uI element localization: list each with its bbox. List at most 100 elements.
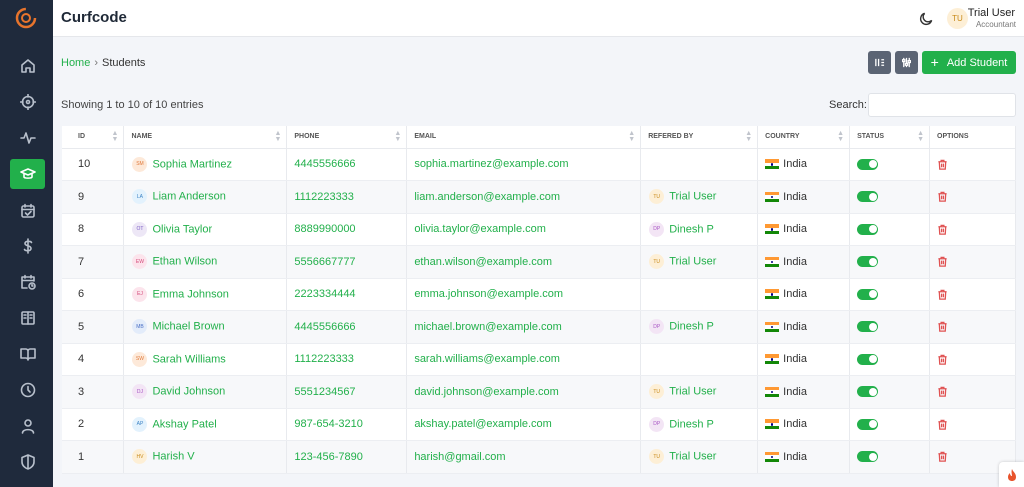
sidebar-item-courses[interactable]	[10, 303, 45, 333]
cell-phone[interactable]: 4445556666	[286, 148, 408, 181]
column-header-id[interactable]: ID ▲ ▼	[62, 126, 125, 149]
referrer-name[interactable]: Dinesh P	[669, 223, 714, 235]
sidebar-item-attendance[interactable]	[10, 196, 45, 226]
status-toggle[interactable]	[857, 321, 879, 333]
status-toggle[interactable]	[857, 158, 879, 170]
cell-email[interactable]: david.johnson@example.com	[406, 375, 642, 409]
sidebar-item-students[interactable]	[10, 159, 45, 189]
column-header-country[interactable]: COUNTRY ▲ ▼	[757, 126, 851, 149]
student-name-link[interactable]: Emma Johnson	[152, 288, 228, 300]
cell-email[interactable]: sarah.williams@example.com	[406, 343, 642, 376]
sidebar-item-library[interactable]	[10, 339, 45, 369]
student-avatar: OT	[132, 221, 148, 237]
cell-referred-by	[640, 278, 759, 311]
student-name-link[interactable]: Olivia Taylor	[152, 223, 212, 235]
cell-email[interactable]: ethan.wilson@example.com	[406, 245, 642, 279]
student-name-link[interactable]: Akshay Patel	[152, 418, 216, 430]
columns-button[interactable]	[868, 51, 891, 74]
status-toggle[interactable]	[857, 256, 879, 268]
delete-button[interactable]	[937, 191, 948, 203]
column-header-email[interactable]: EMAIL ▲ ▼	[406, 126, 642, 149]
delete-button[interactable]	[937, 288, 948, 300]
status-toggle[interactable]	[857, 223, 879, 235]
user-name[interactable]: Trial User	[968, 7, 1015, 19]
sidebar-item-security[interactable]	[10, 447, 45, 477]
column-header-referred-by[interactable]: REFERED BY ▲ ▼	[640, 126, 759, 149]
india-flag-icon	[765, 224, 780, 235]
cell-phone[interactable]: 987-654-3210	[286, 408, 408, 441]
student-name-link[interactable]: Sarah Williams	[152, 353, 225, 365]
flame-icon	[1007, 468, 1016, 481]
referrer-name[interactable]: Trial User	[669, 191, 716, 203]
cell-name: OT Olivia Taylor	[123, 213, 288, 246]
student-name-link[interactable]: Liam Anderson	[152, 191, 225, 203]
delete-button[interactable]	[937, 223, 948, 235]
user-avatar[interactable]: TU	[947, 8, 968, 29]
cell-phone[interactable]: 1112223333	[286, 180, 408, 214]
cell-email[interactable]: liam.anderson@example.com	[406, 180, 642, 214]
column-header-name[interactable]: NAME ▲ ▼	[123, 126, 288, 149]
cell-email[interactable]: emma.johnson@example.com	[406, 278, 642, 311]
status-toggle[interactable]	[857, 451, 879, 463]
country-name: India	[783, 320, 807, 333]
cell-status	[849, 310, 931, 344]
filter-button[interactable]	[895, 51, 918, 74]
delete-button[interactable]	[937, 451, 948, 463]
referrer-name[interactable]: Dinesh P	[669, 418, 714, 430]
breadcrumb-home[interactable]: Home	[61, 57, 90, 69]
cell-email[interactable]: sophia.martinez@example.com	[406, 148, 642, 181]
delete-button[interactable]	[937, 418, 948, 430]
student-name-link[interactable]: Sophia Martinez	[152, 158, 232, 170]
table-row: 6 EJ Emma Johnson 2223334444 emma.johnson…	[62, 278, 1016, 311]
status-toggle[interactable]	[857, 288, 879, 300]
column-header-phone[interactable]: PHONE ▲ ▼	[286, 126, 408, 149]
search-input[interactable]	[868, 93, 1016, 117]
cell-email[interactable]: olivia.taylor@example.com	[406, 213, 642, 246]
column-header-status[interactable]: STATUS ▲ ▼	[849, 126, 931, 149]
cell-phone[interactable]: 5551234567	[286, 375, 408, 409]
cell-id: 2	[62, 408, 125, 441]
sidebar-item-schedule[interactable]	[10, 267, 45, 297]
sidebar-item-users[interactable]	[10, 411, 45, 441]
delete-button[interactable]	[937, 321, 948, 333]
cell-email[interactable]: michael.brown@example.com	[406, 310, 642, 344]
cell-email[interactable]: harish@gmail.com	[406, 440, 642, 474]
cell-email[interactable]: akshay.patel@example.com	[406, 408, 642, 441]
sidebar-item-home[interactable]	[10, 51, 45, 81]
delete-button[interactable]	[937, 158, 948, 170]
referrer-name[interactable]: Trial User	[669, 256, 716, 268]
dark-mode-toggle[interactable]	[919, 11, 934, 26]
table-row: 3 DJ David Johnson 5551234567 david.johns…	[62, 375, 1016, 409]
cell-phone[interactable]: 5556667777	[286, 245, 408, 279]
student-name-link[interactable]: Harish V	[152, 451, 194, 463]
sidebar-item-history[interactable]	[10, 375, 45, 405]
sidebar-item-payments[interactable]	[10, 231, 45, 261]
status-toggle[interactable]	[857, 418, 879, 430]
floating-help-button[interactable]	[999, 462, 1024, 487]
referrer-name[interactable]: Trial User	[669, 386, 716, 398]
cell-name: LA Liam Anderson	[123, 180, 288, 214]
user-icon	[21, 419, 34, 434]
cell-phone[interactable]: 123-456-7890	[286, 440, 408, 474]
cell-phone[interactable]: 4445556666	[286, 310, 408, 344]
clock-icon	[20, 382, 35, 398]
status-toggle[interactable]	[857, 353, 879, 365]
referrer-name[interactable]: Dinesh P	[669, 321, 714, 333]
status-toggle[interactable]	[857, 191, 879, 203]
student-name-link[interactable]: David Johnson	[152, 386, 225, 398]
referrer-name[interactable]: Trial User	[669, 451, 716, 463]
app-logo[interactable]	[14, 6, 38, 30]
delete-button[interactable]	[937, 386, 948, 398]
sidebar-item-activity[interactable]	[10, 123, 45, 153]
cell-phone[interactable]: 8889990000	[286, 213, 408, 246]
add-student-button[interactable]: + Add Student	[922, 51, 1016, 74]
cell-phone[interactable]: 2223334444	[286, 278, 408, 311]
delete-button[interactable]	[937, 256, 948, 268]
status-toggle[interactable]	[857, 386, 879, 398]
student-name-link[interactable]: Michael Brown	[152, 321, 224, 333]
delete-button[interactable]	[937, 353, 948, 365]
student-name-link[interactable]: Ethan Wilson	[152, 256, 217, 268]
sidebar-item-target[interactable]	[10, 87, 45, 117]
cell-id: 6	[62, 278, 125, 311]
cell-phone[interactable]: 1112223333	[286, 343, 408, 376]
